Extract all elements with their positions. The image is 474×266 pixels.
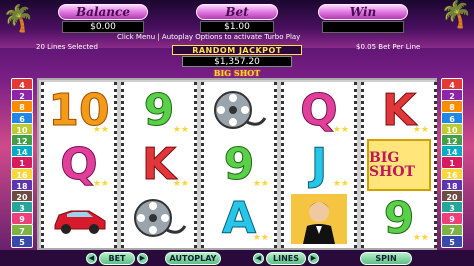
star-icon: ★★ — [172, 125, 189, 135]
autoplay-button[interactable]: AUTOPLAY — [165, 252, 221, 265]
star-icon: ★★ — [412, 233, 429, 243]
symbol-king: K ★★ — [381, 85, 429, 136]
bet-value: $1.00 — [200, 21, 274, 33]
reels-frame: 10 ★★ Q ★★ 9 ★★ K ★★ 9 ★★ A ★★ Q ★★ J ★★… — [37, 78, 437, 250]
bet-per-line-text: $0.05 Bet Per Line — [356, 43, 421, 51]
payline-indicator: 5 — [441, 234, 463, 248]
star-icon: ★★ — [332, 179, 349, 189]
lines-button[interactable]: LINES — [266, 252, 306, 265]
palm-tree-icon: 🌴 — [2, 4, 35, 34]
bet-label: Bet — [196, 4, 278, 20]
win-value — [322, 21, 404, 33]
star-man-icon — [287, 193, 351, 245]
menu-hint-text: Click Menu | Autoplay Options to activat… — [117, 33, 301, 41]
symbol-nine: 9 ★★ — [383, 193, 429, 244]
bet-button[interactable]: BET — [99, 252, 135, 265]
symbol-king: K ★★ — [141, 139, 189, 190]
game-screen: 🌴 🌴 Balance $0.00 Bet $1.00 Win 20 Lines… — [0, 0, 474, 266]
symbol-ace: A ★★ — [221, 193, 269, 244]
spin-button[interactable]: SPIN — [360, 252, 412, 265]
reel-4: Q ★★ J ★★ — [281, 82, 357, 248]
bet-decrease-button[interactable]: ◀ — [86, 253, 97, 264]
car-icon — [47, 193, 111, 245]
reel-2: 9 ★★ K ★★ — [121, 82, 197, 248]
symbol-nine: 9 ★★ — [223, 139, 269, 190]
symbol-queen: Q ★★ — [300, 85, 349, 136]
game-logo: BIG SHOT — [213, 68, 261, 78]
star-icon: ★★ — [412, 125, 429, 135]
win-label: Win — [318, 4, 408, 20]
star-icon: ★★ — [332, 125, 349, 135]
palm-tree-icon: 🌴 — [440, 0, 473, 30]
star-icon: ★★ — [252, 179, 269, 189]
balance-label: Balance — [58, 4, 148, 20]
film-reel-icon — [207, 85, 271, 137]
symbol-jack: J ★★ — [310, 139, 349, 190]
reel-3: 9 ★★ A ★★ — [201, 82, 277, 248]
bet-increase-button[interactable]: ▶ — [137, 253, 148, 264]
lines-selected-text: 20 Lines Selected — [36, 43, 98, 51]
reel-5: K ★★ BIG SHOT 9 ★★ — [361, 82, 437, 248]
film-reel-icon — [127, 193, 191, 245]
big-shot-symbol: BIG SHOT — [367, 139, 431, 191]
star-icon: ★★ — [252, 233, 269, 243]
symbol-ten: 10 ★★ — [48, 85, 110, 136]
balance-value: $0.00 — [62, 21, 144, 33]
star-icon: ★★ — [172, 179, 189, 189]
jackpot-value: $1,357.20 — [182, 56, 292, 67]
lines-decrease-button[interactable]: ◀ — [253, 253, 264, 264]
symbol-nine: 9 ★★ — [143, 85, 189, 136]
jackpot-label: RANDOM JACKPOT — [172, 45, 302, 55]
star-icon: ★★ — [92, 179, 109, 189]
star-icon: ★★ — [92, 125, 109, 135]
symbol-queen: Q ★★ — [60, 139, 109, 190]
reel-1: 10 ★★ Q ★★ — [41, 82, 117, 248]
lines-increase-button[interactable]: ▶ — [308, 253, 319, 264]
payline-indicator: 5 — [11, 234, 33, 248]
